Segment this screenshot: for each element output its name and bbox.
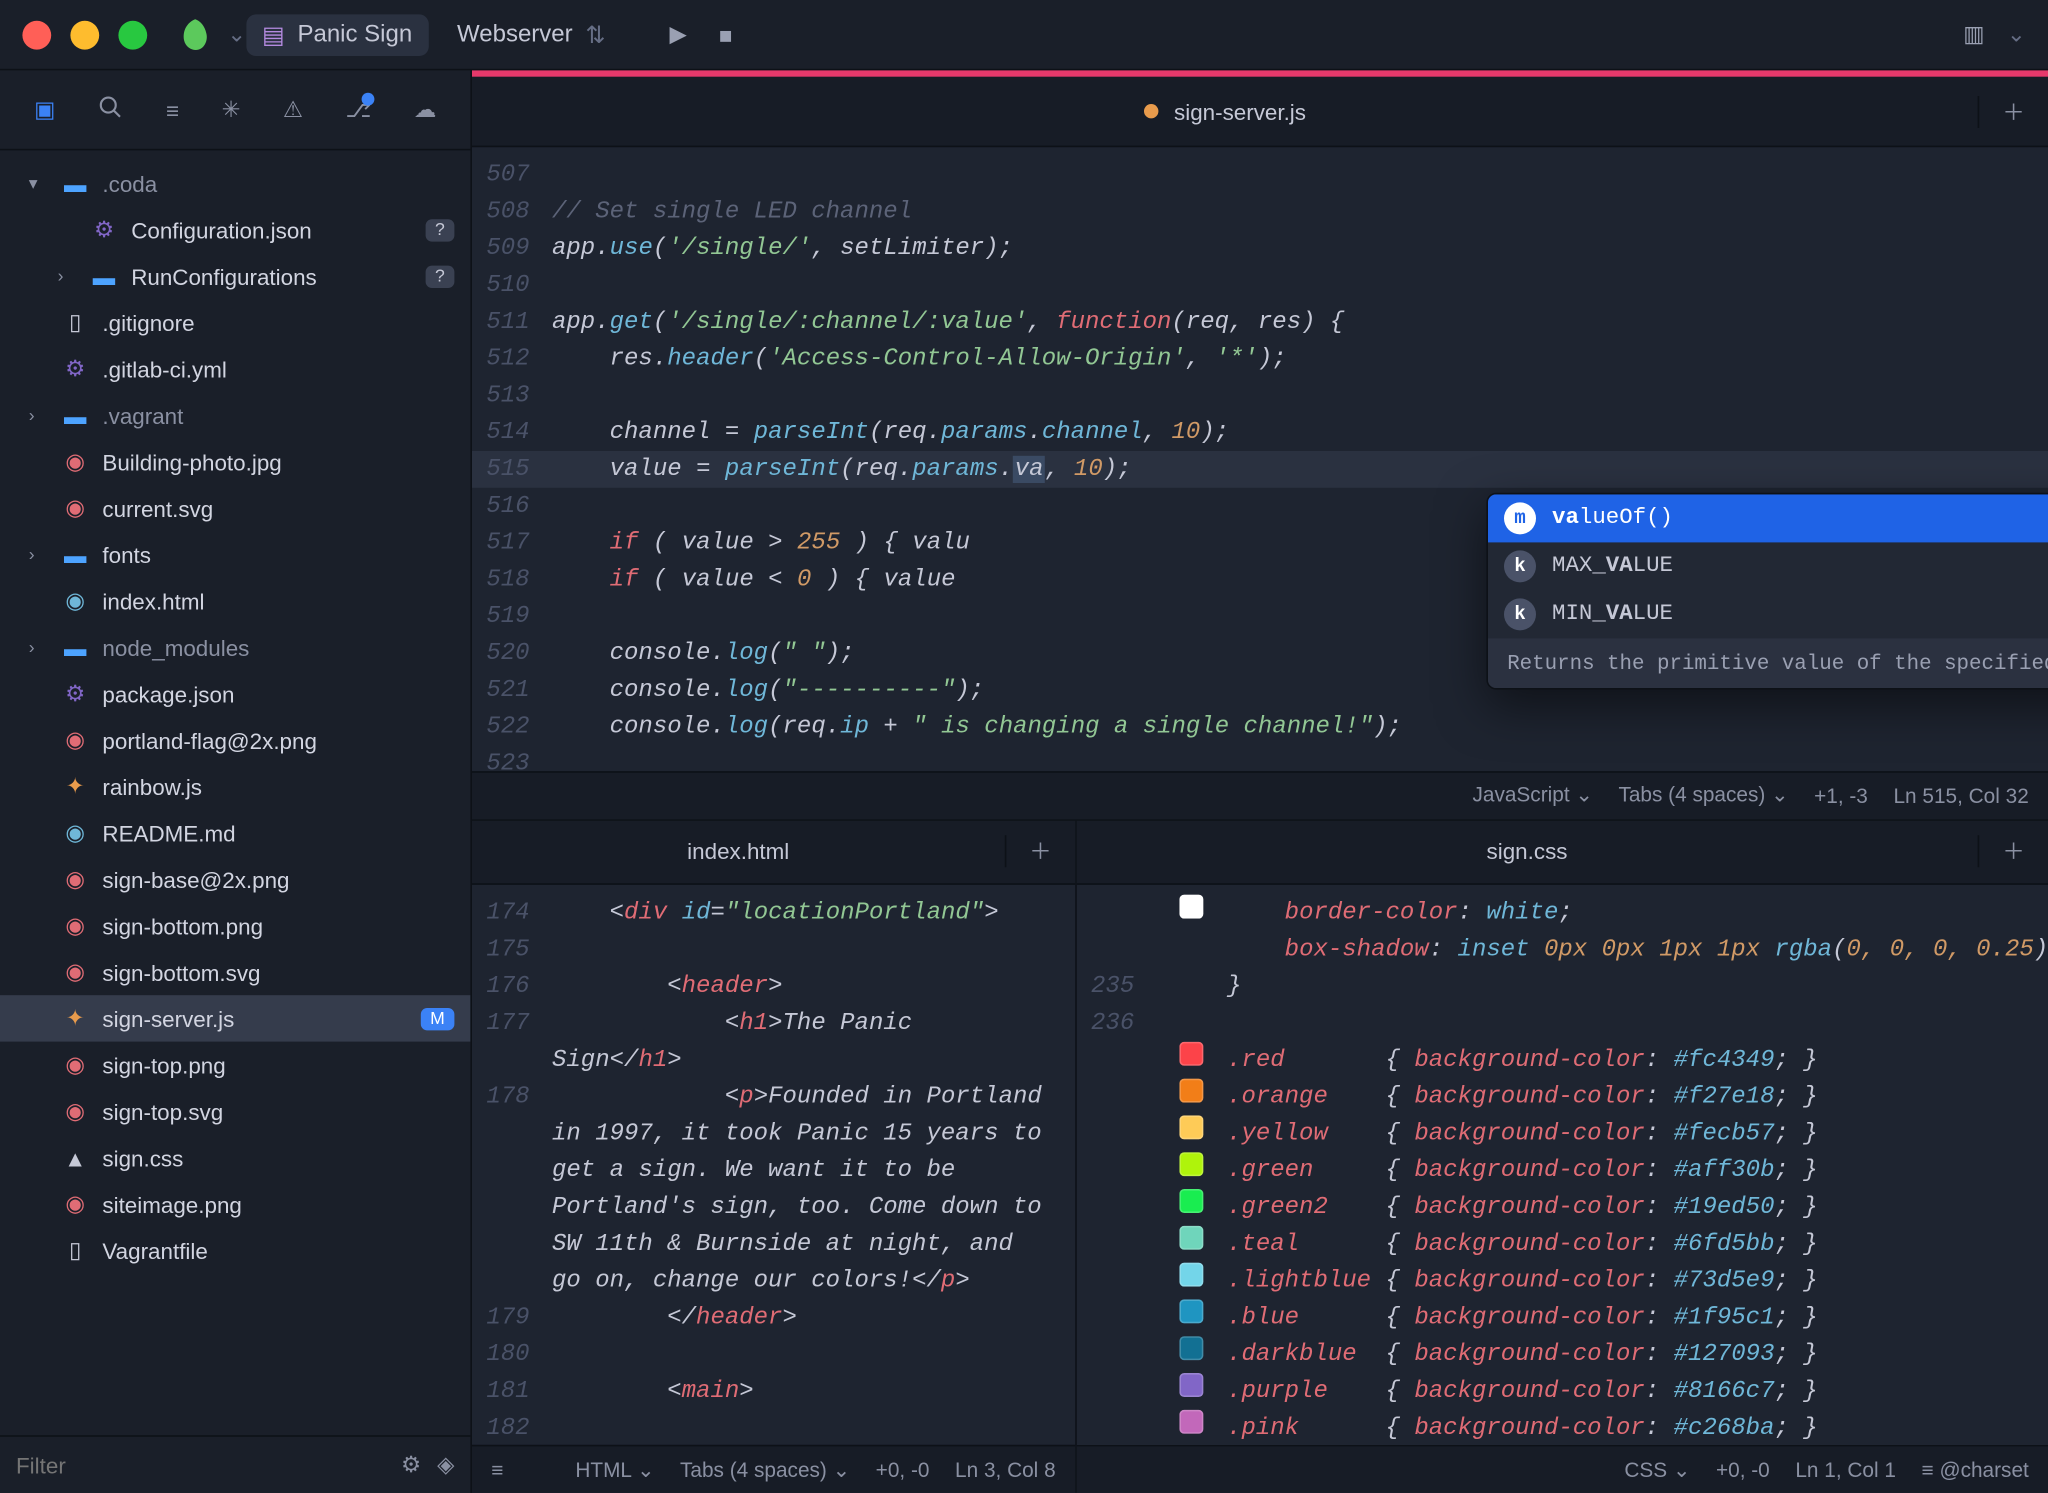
dirty-dot-icon [1144,104,1158,118]
app-leaf-icon [176,15,214,53]
run-button[interactable]: ▶ [670,21,687,48]
tree-item[interactable]: ⚙.gitlab-ci.yml [0,346,470,392]
tree-item[interactable]: ▾▬.coda [0,160,470,206]
project-icon: ▤ [262,20,285,49]
autocomplete-item[interactable]: kMIN_VALUE [1488,590,2048,638]
zoom-window-button[interactable] [118,20,147,49]
close-window-button[interactable] [22,20,51,49]
new-tab-button[interactable]: ＋ [1004,835,1074,867]
autocomplete-doc: Returns the primitive value of the speci… [1488,638,2048,688]
chevron-down-icon[interactable]: ⌄ [227,21,246,48]
tree-item[interactable]: ›▬.vagrant [0,392,470,438]
editor-tab-sign-css[interactable]: sign.css [1076,820,1977,882]
new-tab-button[interactable]: ＋ [1978,835,2048,867]
file-tree[interactable]: ▾▬.coda⚙Configuration.json?›▬RunConfigur… [0,150,470,1435]
status-lang[interactable]: HTML ⌄ [575,1457,654,1483]
editor-body-css[interactable]: border-color: white; box-shadow: inset 0… [1076,884,2048,1445]
tree-item[interactable]: ◉sign-bottom.png [0,902,470,948]
tree-item[interactable]: ◉Building-photo.jpg [0,438,470,484]
status-indent[interactable]: Tabs (4 spaces) ⌄ [1618,783,1788,809]
sidebar-filter: ⚙ ◈ [0,1435,470,1493]
filter-settings-icon[interactable]: ⚙ [401,1451,421,1478]
tree-item[interactable]: ◉sign-top.png [0,1042,470,1088]
scm-tab-icon[interactable]: ⎇ [346,96,372,123]
status-issues[interactable]: +1, -3 [1814,783,1868,807]
tree-item[interactable]: ⚙package.json [0,670,470,716]
chevron-updown-icon: ⇅ [585,20,605,49]
tree-item[interactable]: ◉siteimage.png [0,1181,470,1227]
editor-body-html[interactable]: 174 <div id="locationPortland">175176 <h… [472,884,1075,1445]
status-issues[interactable]: +0, -0 [876,1458,930,1482]
editor-status-bar-css: CSS ⌄ +0, -0 Ln 1, Col 1 ≡ @charset [1076,1445,2048,1493]
breadcrumb: ▤ Panic Sign Webserver ⇅ [246,14,622,56]
files-tab-icon[interactable]: ▣ [34,96,55,123]
window-traffic-lights [22,20,147,49]
tree-item[interactable]: ›▬fonts [0,531,470,577]
breadcrumb-project[interactable]: ▤ Panic Sign [246,14,428,56]
tree-item[interactable]: ⚙Configuration.json? [0,206,470,252]
stop-button[interactable]: ■ [719,22,733,48]
status-lang[interactable]: JavaScript ⌄ [1473,783,1593,809]
chevron-down-icon[interactable]: ⌄ [2007,21,2026,48]
sidebar: ▣ ≡ ✳ ⚠ ⎇ ☁ ▾▬.coda⚙Configuration.json?›… [0,70,472,1493]
tree-item[interactable]: ◉README.md [0,810,470,856]
tree-item[interactable]: ▯Vagrantfile [0,1227,470,1273]
editor-tab-sign-server[interactable]: sign-server.js [472,77,1978,146]
new-tab-button[interactable]: ＋ [1978,95,2048,127]
status-position[interactable]: Ln 1, Col 1 [1795,1458,1896,1482]
tree-item[interactable]: ◉sign-bottom.svg [0,949,470,995]
issues-tab-icon[interactable]: ⚠ [283,96,303,123]
autocomplete-item[interactable]: mvalueOf() [1488,494,2048,542]
panels-layout-icon[interactable]: ▥ [1963,21,1984,48]
tree-item[interactable]: ◉portland-flag@2x.png [0,717,470,763]
status-issues[interactable]: +0, -0 [1716,1458,1770,1482]
editor-tab-index-html[interactable]: index.html [472,820,1004,882]
minimize-window-button[interactable] [70,20,99,49]
tree-item[interactable]: ◉index.html [0,578,470,624]
editor-status-bar-html: ≡ HTML ⌄ Tabs (4 spaces) ⌄ +0, -0 Ln 3, … [472,1445,1075,1493]
status-symbol[interactable]: ≡ @charset [1922,1458,2029,1482]
editor-tabs: sign-server.js ＋ [472,77,2048,147]
sidebar-toolbar: ▣ ≡ ✳ ⚠ ⎇ ☁ [0,70,470,150]
status-position[interactable]: Ln 3, Col 8 [955,1458,1056,1482]
autocomplete-item[interactable]: kMAX_VALUE [1488,542,2048,590]
autocomplete-popup[interactable]: mvalueOf()kMAX_VALUEkMIN_VALUEReturns th… [1486,493,2048,690]
symbols-tab-icon[interactable]: ≡ [166,97,179,123]
tree-item[interactable]: ✦rainbow.js [0,763,470,809]
tree-item[interactable]: ›▬RunConfigurations? [0,253,470,299]
filter-input[interactable] [16,1452,385,1478]
titlebar: ⌄ ▤ Panic Sign Webserver ⇅ ▶ ■ ▥ ⌄ [0,0,2048,70]
tree-item[interactable]: ▯.gitignore [0,299,470,345]
status-position[interactable]: Ln 515, Col 32 [1893,783,2028,807]
status-symbol-icon[interactable]: ≡ [491,1458,503,1482]
tree-item[interactable]: ◉current.svg [0,485,470,531]
filter-options-icon[interactable]: ◈ [437,1451,454,1478]
tree-item[interactable]: ▲sign.css [0,1134,470,1180]
tree-item[interactable]: ◉sign-top.svg [0,1088,470,1134]
status-lang[interactable]: CSS ⌄ [1624,1457,1690,1483]
tree-item[interactable]: ›▬node_modules [0,624,470,670]
editor-status-bar-js: JavaScript ⌄ Tabs (4 spaces) ⌄ +1, -3 Ln… [472,771,2048,819]
bookmarks-tab-icon[interactable]: ✳ [222,96,241,123]
breadcrumb-target[interactable]: Webserver ⇅ [441,14,622,56]
publish-tab-icon[interactable]: ☁ [414,96,436,123]
tree-item[interactable]: ✦sign-server.jsM [0,995,470,1041]
tree-item[interactable]: ◉sign-base@2x.png [0,856,470,902]
status-indent[interactable]: Tabs (4 spaces) ⌄ [680,1457,850,1483]
search-tab-icon[interactable] [98,94,124,124]
